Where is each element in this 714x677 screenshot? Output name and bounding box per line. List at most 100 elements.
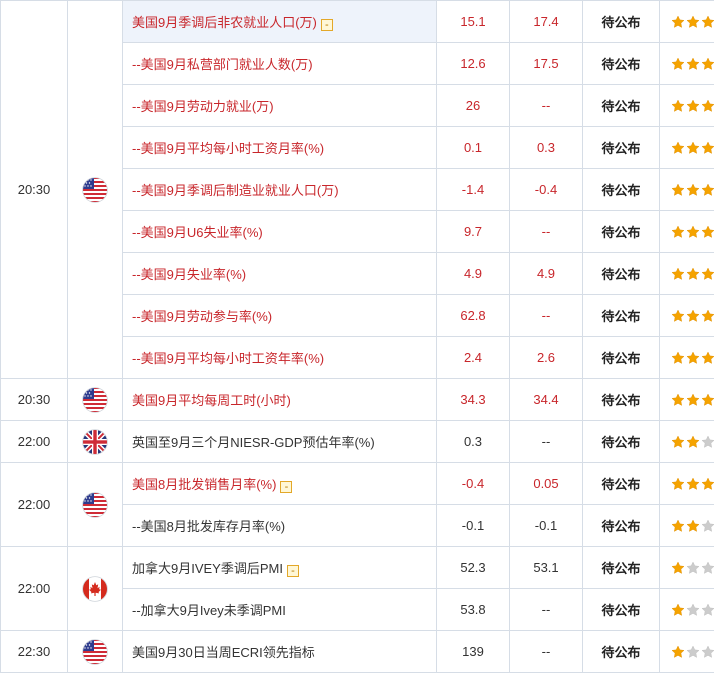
importance-stars	[659, 210, 714, 253]
star-filled-icon	[701, 267, 714, 281]
event-name-cell[interactable]: --美国9月私营部门就业人数(万)	[122, 42, 437, 85]
previous-value: 9.7	[436, 210, 510, 253]
us-flag-icon	[82, 491, 108, 518]
event-name-cell[interactable]: 加拿大9月IVEY季调后PMI -	[122, 546, 437, 589]
event-name[interactable]: 美国9月30日当周ECRI领先指标	[132, 645, 315, 660]
collapse-toggle-icon[interactable]: -	[320, 19, 333, 31]
importance-stars	[659, 84, 714, 127]
status-label: 待公布	[582, 462, 660, 505]
event-name[interactable]: --美国9月平均每小时工资年率(%)	[132, 351, 324, 366]
event-name[interactable]: 英国至9月三个月NIESR-GDP预估年率(%)	[132, 435, 375, 450]
event-name-cell[interactable]: 美国8月批发销售月率(%) -	[122, 462, 437, 505]
event-name[interactable]: --美国9月U6失业率(%)	[132, 225, 263, 240]
event-name-cell[interactable]: 美国9月平均每周工时(小时)	[122, 378, 437, 421]
previous-value: 4.9	[436, 252, 510, 295]
star-filled-icon	[686, 351, 700, 365]
star-filled-icon	[671, 519, 685, 533]
event-name-cell[interactable]: --美国9月劳动力就业(万)	[122, 84, 437, 127]
star-empty-icon	[686, 603, 700, 617]
forecast-value: 53.1	[509, 546, 583, 589]
event-name-cell[interactable]: --美国8月批发库存月率(%)	[122, 504, 437, 547]
star-filled-icon	[671, 225, 685, 239]
forecast-value: 17.4	[509, 0, 583, 43]
collapse-toggle-icon[interactable]: -	[280, 481, 293, 493]
previous-value: 62.8	[436, 294, 510, 337]
importance-stars	[659, 0, 714, 43]
star-filled-icon	[701, 183, 714, 197]
event-name-cell[interactable]: 美国9月季调后非农就业人口(万) -	[122, 0, 437, 43]
importance-stars	[659, 294, 714, 337]
event-name-cell[interactable]: --美国9月失业率(%)	[122, 252, 437, 295]
event-time: 20:30	[0, 378, 68, 421]
event-name-cell[interactable]: 英国至9月三个月NIESR-GDP预估年率(%)	[122, 420, 437, 463]
previous-value: 0.1	[436, 126, 510, 169]
star-empty-icon	[701, 645, 714, 659]
star-filled-icon	[686, 393, 700, 407]
event-name-cell[interactable]: --美国9月季调后制造业就业人口(万)	[122, 168, 437, 211]
importance-stars	[659, 420, 714, 463]
previous-value: 2.4	[436, 336, 510, 379]
previous-value: 53.8	[436, 588, 510, 631]
previous-value: -1.4	[436, 168, 510, 211]
event-name[interactable]: --加拿大9月Ivey未季调PMI	[132, 603, 286, 618]
event-name-cell[interactable]: 美国9月30日当周ECRI领先指标	[122, 630, 437, 673]
star-empty-icon	[686, 645, 700, 659]
importance-stars	[659, 168, 714, 211]
status-label: 待公布	[582, 252, 660, 295]
star-filled-icon	[686, 267, 700, 281]
importance-stars	[659, 462, 714, 505]
event-name-cell[interactable]: --加拿大9月Ivey未季调PMI	[122, 588, 437, 631]
us-flag-icon	[82, 176, 108, 203]
event-row[interactable]: 20:30 美国9月季调后非农就业人口(万) -15.1 17.4 待公布	[0, 0, 714, 379]
event-name[interactable]: --美国9月失业率(%)	[132, 267, 246, 282]
event-name[interactable]: 加拿大9月IVEY季调后PMI	[132, 561, 283, 576]
event-name[interactable]: 美国9月季调后非农就业人口(万)	[132, 15, 317, 30]
star-filled-icon	[671, 393, 685, 407]
forecast-value: 34.4	[509, 378, 583, 421]
star-filled-icon	[701, 477, 714, 491]
status-label: 待公布	[582, 504, 660, 547]
event-row[interactable]: 22:00 加拿大9月IVEY季调后PMI -52.3 53.1 待公布	[0, 546, 714, 631]
star-filled-icon	[686, 57, 700, 71]
forecast-value: 0.3	[509, 126, 583, 169]
previous-value: 15.1	[436, 0, 510, 43]
event-name-cell[interactable]: --美国9月平均每小时工资月率(%)	[122, 126, 437, 169]
event-name[interactable]: --美国9月劳动参与率(%)	[132, 309, 272, 324]
event-name[interactable]: 美国8月批发销售月率(%)	[132, 477, 276, 492]
event-time: 22:00	[0, 546, 68, 631]
forecast-value: --	[509, 294, 583, 337]
star-filled-icon	[701, 225, 714, 239]
forecast-value: -0.4	[509, 168, 583, 211]
previous-value: 12.6	[436, 42, 510, 85]
event-name-cell[interactable]: --美国9月劳动参与率(%)	[122, 294, 437, 337]
status-label: 待公布	[582, 588, 660, 631]
event-name[interactable]: --美国9月私营部门就业人数(万)	[132, 57, 313, 72]
event-row[interactable]: 22:00 英国至9月三个月NIESR-GDP预估年率(%) 0.3 -- 待公布	[0, 420, 714, 463]
star-filled-icon	[701, 141, 714, 155]
star-empty-icon	[701, 603, 714, 617]
event-name[interactable]: --美国9月平均每小时工资月率(%)	[132, 141, 324, 156]
event-name[interactable]: 美国9月平均每周工时(小时)	[132, 393, 291, 408]
star-filled-icon	[671, 99, 685, 113]
previous-value: -0.1	[436, 504, 510, 547]
previous-value: 34.3	[436, 378, 510, 421]
forecast-value: --	[509, 588, 583, 631]
forecast-value: 0.05	[509, 462, 583, 505]
star-filled-icon	[686, 435, 700, 449]
forecast-value: -0.1	[509, 504, 583, 547]
event-row[interactable]: 20:30 美国9月平均每周工时(小时) 34.3 34.4 待公布	[0, 378, 714, 421]
star-filled-icon	[671, 561, 685, 575]
previous-value: -0.4	[436, 462, 510, 505]
event-time: 20:30	[0, 0, 68, 379]
collapse-toggle-icon[interactable]: -	[286, 565, 299, 577]
us-flag-icon	[82, 638, 108, 665]
event-name-cell[interactable]: --美国9月U6失业率(%)	[122, 210, 437, 253]
event-name[interactable]: --美国9月季调后制造业就业人口(万)	[132, 183, 339, 198]
event-name[interactable]: --美国8月批发库存月率(%)	[132, 519, 285, 534]
importance-stars	[659, 252, 714, 295]
country-flag-cell	[67, 378, 123, 421]
event-name[interactable]: --美国9月劳动力就业(万)	[132, 99, 274, 114]
event-row[interactable]: 22:30 美国9月30日当周ECRI领先指标 139 -- 待公布	[0, 630, 714, 673]
event-name-cell[interactable]: --美国9月平均每小时工资年率(%)	[122, 336, 437, 379]
event-row[interactable]: 22:00 美国8月批发销售月率(%) - -0.4 0.05 待公布	[0, 462, 714, 547]
